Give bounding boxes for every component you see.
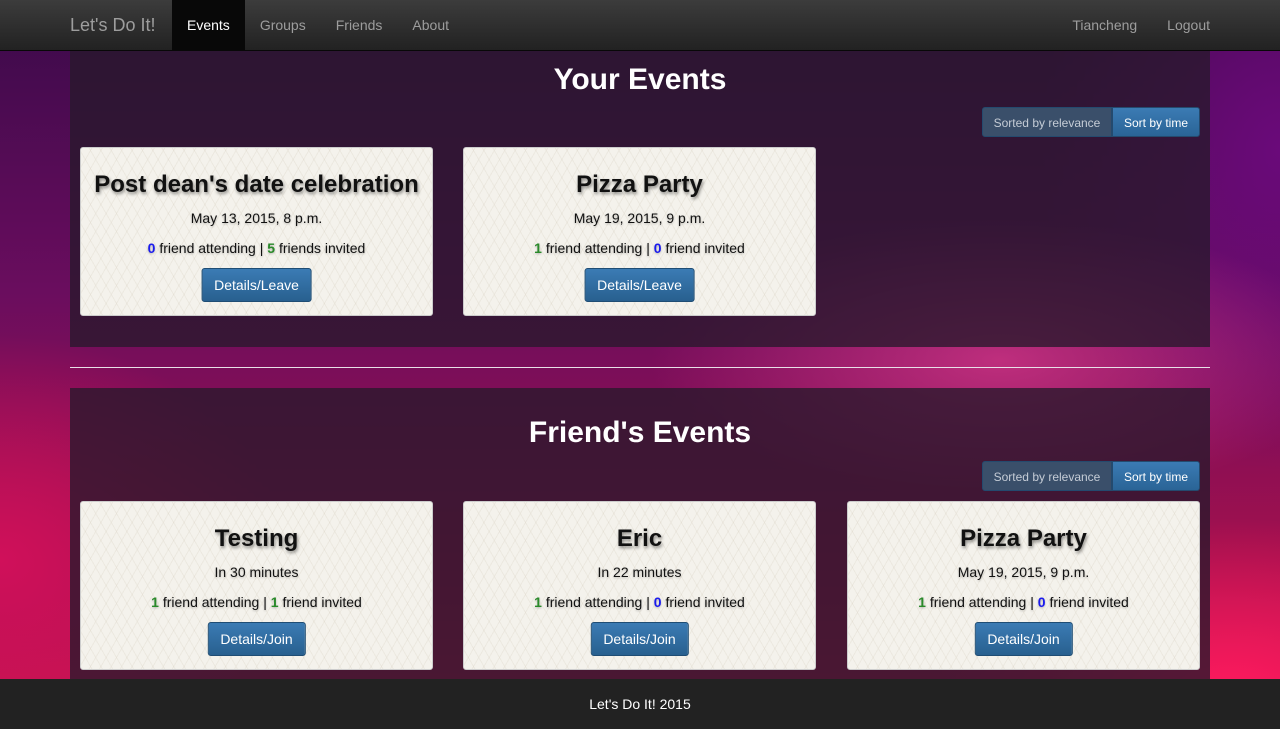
event-time: May 19, 2015, 9 p.m. bbox=[573, 210, 706, 226]
section-divider bbox=[70, 367, 1210, 368]
event-card: Eric In 22 minutes 1 friend attending | … bbox=[463, 501, 816, 670]
event-time: In 30 minutes bbox=[214, 564, 299, 580]
details-join-button[interactable]: Details/Join bbox=[207, 622, 306, 656]
invited-label: friend invited bbox=[665, 594, 745, 610]
brand-link[interactable]: Let's Do It! bbox=[70, 0, 155, 51]
details-leave-button[interactable]: Details/Leave bbox=[201, 268, 312, 302]
event-time: May 13, 2015, 8 p.m. bbox=[190, 210, 323, 226]
stats-separator: | bbox=[259, 240, 264, 256]
nav-item-events[interactable]: Events bbox=[172, 0, 245, 51]
your-events-title: Your Events bbox=[553, 63, 727, 96]
event-stats: 1 friend attending | 0 friend invited bbox=[848, 594, 1199, 610]
event-card: Pizza Party May 19, 2015, 9 p.m. 1 frien… bbox=[463, 147, 816, 316]
event-stats: 1 friend attending | 0 friend invited bbox=[464, 594, 815, 610]
event-card: Testing In 30 minutes 1 friend attending… bbox=[80, 501, 433, 670]
attending-label: friend attending bbox=[545, 240, 643, 256]
event-stats: 0 friend attending | 5 friends invited bbox=[81, 240, 432, 256]
invited-label: friend invited bbox=[282, 594, 362, 610]
attending-label: friend attending bbox=[929, 594, 1027, 610]
footer-text: Let's Do It! 2015 bbox=[589, 696, 691, 712]
invited-count: 0 bbox=[653, 594, 662, 610]
main-nav: Events Groups Friends About bbox=[172, 0, 464, 51]
sort-time-button[interactable]: Sort by time bbox=[1112, 107, 1200, 137]
event-title: Post dean's date celebration bbox=[94, 171, 419, 198]
attending-count: 1 bbox=[918, 594, 926, 610]
details-leave-button[interactable]: Details/Leave bbox=[584, 268, 695, 302]
event-card: Pizza Party May 19, 2015, 9 p.m. 1 frien… bbox=[847, 501, 1200, 670]
invited-label: friend invited bbox=[665, 240, 745, 256]
sort-relevance-button[interactable]: Sorted by relevance bbox=[982, 107, 1112, 137]
nav-item-logout[interactable]: Logout bbox=[1152, 0, 1225, 51]
event-stats: 1 friend attending | 1 friend invited bbox=[81, 594, 432, 610]
invited-count: 0 bbox=[653, 240, 662, 256]
event-stats: 1 friend attending | 0 friend invited bbox=[464, 240, 815, 256]
invited-label: friend invited bbox=[1049, 594, 1129, 610]
event-title: Eric bbox=[616, 525, 663, 552]
event-title: Pizza Party bbox=[960, 525, 1087, 552]
nav-item-username[interactable]: Tiancheng bbox=[1057, 0, 1152, 51]
stats-separator: | bbox=[646, 594, 650, 610]
your-events-panel: Your Events Sorted by relevance Sort by … bbox=[70, 51, 1210, 347]
attending-count: 0 bbox=[147, 240, 156, 256]
attending-count: 1 bbox=[151, 594, 159, 610]
stats-separator: | bbox=[263, 594, 267, 610]
invited-count: 0 bbox=[1037, 594, 1046, 610]
nav-item-about[interactable]: About bbox=[397, 0, 464, 51]
stats-separator: | bbox=[646, 240, 650, 256]
attending-count: 1 bbox=[534, 240, 542, 256]
friend-events-title: Friend's Events bbox=[528, 416, 752, 449]
attending-label: friend attending bbox=[545, 594, 643, 610]
your-events-sort-group: Sorted by relevance Sort by time bbox=[982, 107, 1200, 137]
nav-item-friends[interactable]: Friends bbox=[321, 0, 398, 51]
details-join-button[interactable]: Details/Join bbox=[590, 622, 689, 656]
invited-label: friends invited bbox=[278, 240, 366, 256]
invited-count: 1 bbox=[270, 594, 279, 610]
friend-events-panel: Friend's Events Sorted by relevance Sort… bbox=[70, 388, 1210, 679]
sort-time-button[interactable]: Sort by time bbox=[1112, 461, 1200, 491]
nav-item-groups[interactable]: Groups bbox=[245, 0, 321, 51]
invited-count: 5 bbox=[267, 240, 276, 256]
friend-events-sort-group: Sorted by relevance Sort by time bbox=[982, 461, 1200, 491]
stats-separator: | bbox=[1030, 594, 1034, 610]
attending-label: friend attending bbox=[162, 594, 260, 610]
event-time: May 19, 2015, 9 p.m. bbox=[957, 564, 1090, 580]
top-navbar: Let's Do It! Events Groups Friends About… bbox=[0, 0, 1280, 51]
event-title: Pizza Party bbox=[576, 171, 703, 198]
details-join-button[interactable]: Details/Join bbox=[974, 622, 1073, 656]
attending-count: 1 bbox=[534, 594, 542, 610]
event-card: Post dean's date celebration May 13, 201… bbox=[80, 147, 433, 316]
sort-relevance-button[interactable]: Sorted by relevance bbox=[982, 461, 1112, 491]
page-footer: Let's Do It! 2015 bbox=[0, 679, 1280, 729]
user-nav: Tiancheng Logout bbox=[1057, 0, 1225, 51]
attending-label: friend attending bbox=[159, 240, 256, 256]
event-title: Testing bbox=[214, 525, 299, 552]
event-time: In 22 minutes bbox=[597, 564, 682, 580]
